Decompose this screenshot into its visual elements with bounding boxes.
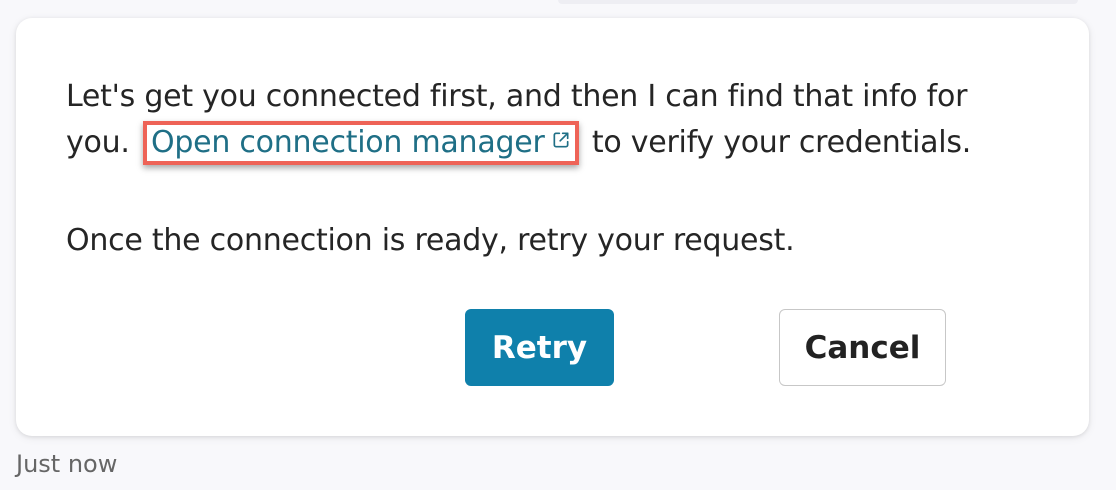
connection-manager-link-highlight: Open connection manager [142, 121, 579, 165]
message-body: Let's get you connected first, and then … [66, 74, 1056, 264]
message-paragraph-1: Let's get you connected first, and then … [66, 74, 1056, 166]
message-line-2-start: you. [66, 125, 139, 160]
message-timestamp: Just now [16, 450, 118, 478]
top-divider [558, 0, 1078, 4]
link-label: Open connection manager [150, 125, 545, 160]
retry-button[interactable]: Retry [465, 309, 614, 386]
cancel-button[interactable]: Cancel [779, 309, 946, 386]
message-line-3: Once the connection is ready, retry your… [66, 223, 795, 258]
external-link-icon [553, 132, 569, 148]
message-line-2-end: to verify your credentials. [582, 125, 972, 160]
message-paragraph-2: Once the connection is ready, retry your… [66, 218, 1056, 264]
assistant-message-card: Let's get you connected first, and then … [16, 18, 1089, 436]
message-line-1: Let's get you connected first, and then … [66, 79, 968, 114]
open-connection-manager-link[interactable]: Open connection manager [151, 125, 571, 160]
